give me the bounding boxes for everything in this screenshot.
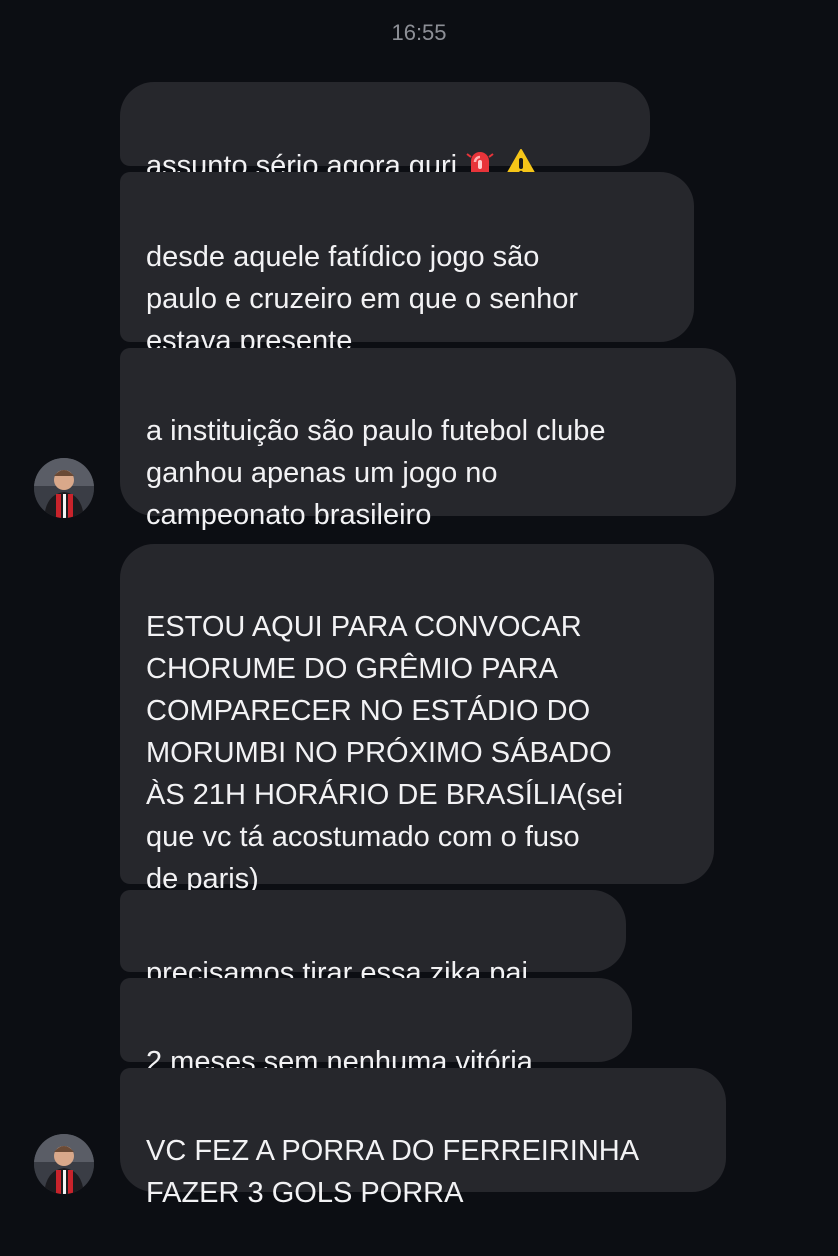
message-bubble[interactable]: assunto sério agora guri (120, 82, 650, 182)
message-bubble[interactable]: a instituição são paulo futebol clube ga… (120, 348, 736, 531)
message-bubble[interactable]: ESTOU AQUI PARA CONVOCAR CHORUME DO GRÊM… (120, 544, 714, 895)
sender-avatar[interactable] (34, 1134, 94, 1194)
message-bubble[interactable]: desde aquele fatídico jogo são paulo e c… (120, 172, 694, 357)
message-timestamp: 16:55 (391, 20, 447, 45)
message-text: ESTOU AQUI PARA CONVOCAR CHORUME DO GRÊM… (146, 611, 624, 895)
avatar-photo (34, 458, 94, 518)
message-text: a instituição são paulo futebol clube ga… (146, 415, 606, 531)
message-bubble[interactable]: VC FEZ A PORRA DO FERREIRINHA FAZER 3 GO… (120, 1068, 726, 1209)
avatar-photo (34, 1134, 94, 1194)
message-text: VC FEZ A PORRA DO FERREIRINHA FAZER 3 GO… (146, 1135, 640, 1209)
sender-avatar[interactable] (34, 458, 94, 518)
message-bubble[interactable]: 2 meses sem nenhuma vitória (120, 978, 632, 1078)
message-text: desde aquele fatídico jogo são paulo e c… (146, 241, 579, 357)
message-bubble[interactable]: precisamos tirar essa zika pai (120, 890, 626, 989)
